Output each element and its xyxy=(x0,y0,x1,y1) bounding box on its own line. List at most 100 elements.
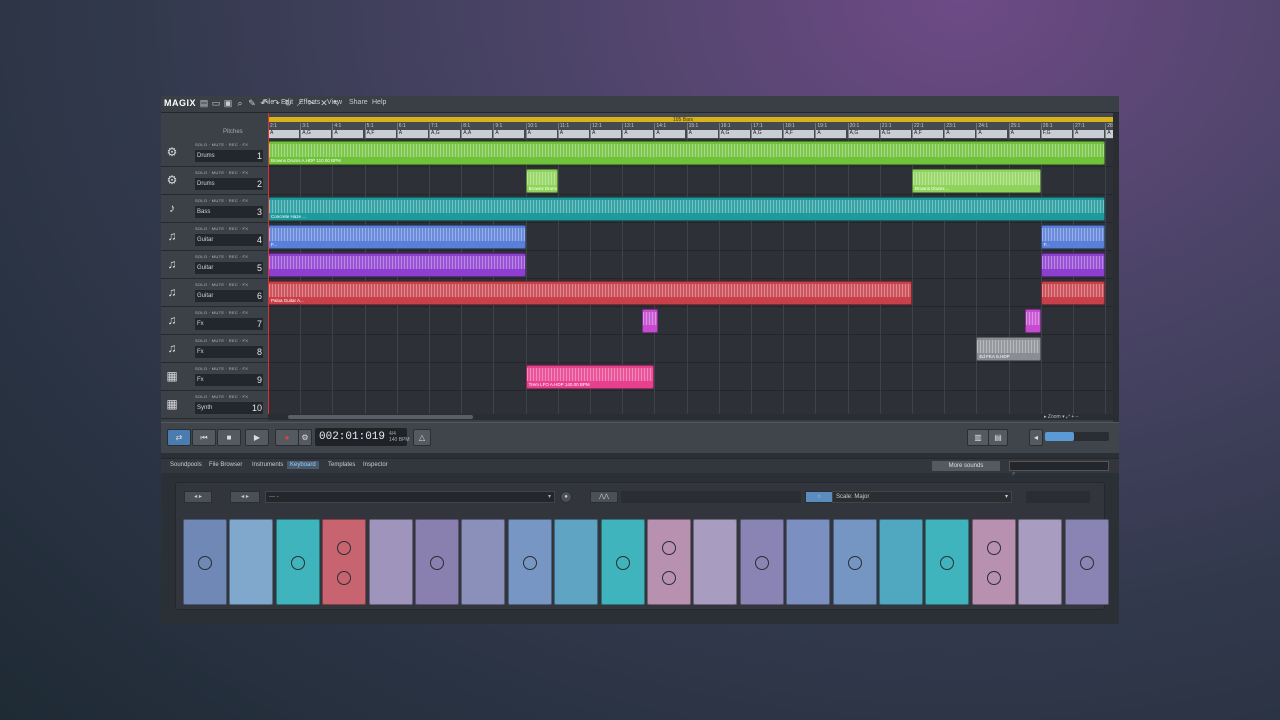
open-folder-icon[interactable]: ▭ xyxy=(211,98,221,108)
pitch-marker[interactable]: A xyxy=(558,130,589,138)
audio-clip[interactable] xyxy=(268,253,526,277)
vertical-scrollbar[interactable] xyxy=(1113,113,1119,422)
octave-buttons[interactable]: ◂ ▸ xyxy=(184,491,212,503)
track-name[interactable]: Guitar xyxy=(195,290,263,302)
pitch-marker[interactable]: A xyxy=(493,130,524,138)
menu-effects[interactable]: Effects xyxy=(299,99,320,106)
tab-templates[interactable]: Templates xyxy=(325,461,358,469)
keyboard-pad[interactable] xyxy=(972,519,1016,605)
more-sounds-button[interactable]: More sounds xyxy=(932,461,1000,471)
new-file-icon[interactable]: ▤ xyxy=(199,98,209,108)
track-name[interactable]: Drums xyxy=(195,178,263,190)
track-buttons[interactable]: SOLO · MUTE · REC · FX xyxy=(195,198,248,203)
track-header[interactable]: ♫SOLO · MUTE · REC · FXGuitar4 xyxy=(161,223,268,251)
audio-clip[interactable]: Browns Drums ... xyxy=(526,169,558,193)
tab-keyboard[interactable]: Keyboard xyxy=(287,461,319,469)
pitch-marker[interactable]: A,G xyxy=(719,130,750,138)
pitch-marker[interactable]: A,G xyxy=(300,130,331,138)
track-name[interactable]: Fx xyxy=(195,318,263,330)
track-buttons[interactable]: SOLO · MUTE · REC · FX xyxy=(195,366,248,371)
track-header[interactable]: ♫SOLO · MUTE · REC · FXGuitar5 xyxy=(161,251,268,279)
pitch-marker[interactable]: A,F xyxy=(912,130,943,138)
pitch-marker[interactable]: A xyxy=(976,130,1007,138)
track-lane[interactable] xyxy=(268,307,1113,335)
audio-clip[interactable] xyxy=(1025,309,1041,333)
pitch-marker[interactable]: F,G xyxy=(1041,130,1072,138)
keyboard-pad[interactable] xyxy=(786,519,830,605)
keyboard-pad[interactable] xyxy=(647,519,691,605)
pitch-marker[interactable]: A,G xyxy=(429,130,460,138)
record-button[interactable]: ● xyxy=(275,429,299,446)
audio-clip[interactable]: Concrete Haze ... xyxy=(268,197,1105,221)
audio-clip[interactable]: F... xyxy=(268,225,526,249)
keyboard-pad[interactable] xyxy=(322,519,366,605)
track-name[interactable]: Fx xyxy=(195,374,263,386)
audio-clip[interactable]: F... xyxy=(1041,225,1105,249)
scroll-thumb[interactable] xyxy=(288,415,473,419)
track-header[interactable]: ♪SOLO · MUTE · REC · FXBass3 xyxy=(161,195,268,223)
pitch-marker[interactable]: A xyxy=(397,130,428,138)
scale-select[interactable]: Scale: Major▾ xyxy=(832,491,1012,503)
audio-clip[interactable]: Browns Drums A.HDP 110.00 BPM xyxy=(268,141,1105,165)
arpeggio-button[interactable]: ⋀⋀ xyxy=(590,491,618,503)
preset-settings-button[interactable]: ● xyxy=(560,491,572,503)
track-buttons[interactable]: SOLO · MUTE · REC · FX xyxy=(195,394,248,399)
pitch-marker[interactable]: A xyxy=(526,130,557,138)
pitch-marker[interactable]: A xyxy=(590,130,621,138)
keyboard-pad[interactable] xyxy=(601,519,645,605)
audio-clip[interactable] xyxy=(642,309,658,333)
keyboard-pad[interactable] xyxy=(1018,519,1062,605)
menu-view[interactable]: View xyxy=(327,99,342,106)
pitch-marker[interactable]: A,F xyxy=(783,130,814,138)
rewind-button[interactable]: ⏮ xyxy=(192,429,216,446)
pitch-marker[interactable]: A xyxy=(815,130,846,138)
track-header[interactable]: ⚙SOLO · MUTE · REC · FXDrums2 xyxy=(161,167,268,195)
zoom-control[interactable]: ▸ Zoom ▾ ⤢ + − xyxy=(1044,414,1079,420)
track-name[interactable]: Guitar xyxy=(195,234,263,246)
audio-clip[interactable]: Paloa Guitar A... xyxy=(268,281,912,305)
save-icon[interactable]: ▣ xyxy=(223,98,233,108)
track-buttons[interactable]: SOLO · MUTE · REC · FX xyxy=(195,254,248,259)
tab-soundpools[interactable]: Soundpools xyxy=(167,461,205,469)
pitch-marker[interactable]: A,G xyxy=(751,130,782,138)
keyboard-pad[interactable] xyxy=(276,519,320,605)
keyboard-pad[interactable] xyxy=(925,519,969,605)
pitch-marker[interactable]: A xyxy=(654,130,685,138)
track-lane[interactable] xyxy=(268,391,1113,414)
track-lane[interactable] xyxy=(268,363,1113,391)
track-lanes[interactable]: Browns Drums A.HDP 110.00 BPM Browns Drum… xyxy=(268,139,1113,414)
keyboard-pad[interactable] xyxy=(879,519,923,605)
track-buttons[interactable]: SOLO · MUTE · REC · FX xyxy=(195,310,248,315)
menu-edit[interactable]: Edit xyxy=(281,99,293,106)
keyboard-pad[interactable] xyxy=(833,519,877,605)
pitch-marker[interactable]: A xyxy=(622,130,653,138)
cursor-icon[interactable]: ✎ xyxy=(247,98,257,108)
track-buttons[interactable]: SOLO · MUTE · REC · FX xyxy=(195,226,248,231)
track-name[interactable]: Guitar xyxy=(195,262,263,274)
pitch-marker[interactable]: A xyxy=(944,130,975,138)
track-header[interactable]: ♫SOLO · MUTE · REC · FXFx8 xyxy=(161,335,268,363)
pitch-marker[interactable]: A xyxy=(268,130,299,138)
loop-button[interactable]: ⇄ xyxy=(167,429,191,446)
track-name[interactable]: Fx xyxy=(195,346,263,358)
pitch-marker[interactable]: A,G xyxy=(848,130,879,138)
audio-clip[interactable]: Trem LFO A.HDP 140.00 BPM xyxy=(526,365,655,389)
keyboard-pad[interactable] xyxy=(554,519,598,605)
search-input[interactable]: ⌕ xyxy=(1009,461,1109,471)
tab-inspector[interactable]: Inspector xyxy=(360,461,391,469)
menu-share[interactable]: Share xyxy=(349,99,368,106)
keyboard-pad[interactable] xyxy=(508,519,552,605)
volume-speaker-button[interactable]: ◂ xyxy=(1029,429,1043,446)
keyboard-pad[interactable] xyxy=(461,519,505,605)
track-buttons[interactable]: SOLO · MUTE · REC · FX xyxy=(195,142,248,147)
track-header[interactable]: ⚙SOLO · MUTE · REC · FXDrums1 xyxy=(161,139,268,167)
keyboard-pad[interactable] xyxy=(369,519,413,605)
search-icon[interactable]: ⌕ xyxy=(235,98,245,108)
playback-options[interactable] xyxy=(621,491,801,503)
menu-file[interactable]: File xyxy=(263,99,274,106)
pitch-marker[interactable]: A,G xyxy=(880,130,911,138)
record-settings-button[interactable]: ⚙ xyxy=(298,429,312,446)
pitch-marker[interactable]: A,A xyxy=(461,130,492,138)
pitch-marker[interactable]: A,F xyxy=(365,130,396,138)
horizontal-scrollbar[interactable] xyxy=(268,414,1113,420)
